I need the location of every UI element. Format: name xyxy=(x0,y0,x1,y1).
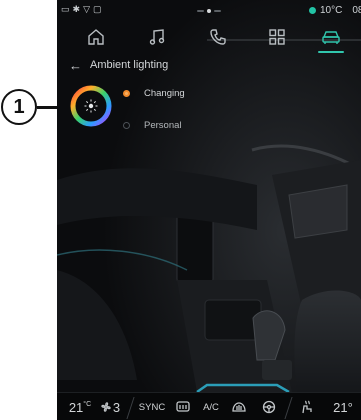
apps-icon xyxy=(269,29,285,45)
rear-defrost-button[interactable] xyxy=(169,393,197,420)
driver-temperature-unit: °C xyxy=(83,400,92,408)
option-label: Changing xyxy=(144,88,185,99)
heated-seat-icon xyxy=(302,400,312,414)
steering-wheel-icon xyxy=(262,400,276,414)
car-icon xyxy=(322,31,340,44)
phone-icon xyxy=(210,29,226,45)
clock: 08:28 xyxy=(352,5,361,16)
outside-temperature: 10°C xyxy=(320,5,343,16)
radio-unselected-icon[interactable] xyxy=(123,122,130,129)
fan-icon xyxy=(101,402,111,412)
option-personal[interactable]: Personal xyxy=(123,120,182,131)
status-right: 10°C 08:28 xyxy=(309,5,361,16)
battery-icon: ▭ xyxy=(61,4,70,14)
back-arrow-icon[interactable]: ← xyxy=(69,59,82,72)
page-title: Ambient lighting xyxy=(90,59,169,71)
climate-bar: 21 °C 3 SYNC A/C 21° xyxy=(57,392,361,420)
nav-home-button[interactable] xyxy=(79,24,113,50)
rear-defrost-icon xyxy=(176,401,190,412)
fan-speed-control[interactable]: 3 xyxy=(95,393,125,420)
nav-apps-button[interactable] xyxy=(260,24,294,50)
heated-seat-button[interactable] xyxy=(293,393,321,420)
page-indicator xyxy=(197,9,221,13)
radio-selected-icon[interactable] xyxy=(123,90,130,97)
nav-music-button[interactable] xyxy=(140,24,174,50)
music-icon xyxy=(149,29,165,45)
nav-phone-button[interactable] xyxy=(201,24,235,50)
home-icon xyxy=(88,29,104,45)
bluetooth-icon: ✱ xyxy=(72,4,81,14)
status-bar: ▭ ✱ ▽ ▢ 10°C 08:28 xyxy=(57,0,361,20)
passenger-temperature-value: 21° xyxy=(333,399,353,415)
sync-button[interactable]: SYNC xyxy=(135,393,169,420)
status-icons: ▭ ✱ ▽ ▢ xyxy=(61,4,102,15)
sync-label: SYNC xyxy=(138,401,166,413)
infotainment-screen: ▭ ✱ ▽ ▢ 10°C 08:28 xyxy=(57,0,361,420)
callout-number-badge: 1 xyxy=(1,89,37,125)
temperature-indicator-icon xyxy=(309,7,316,14)
fan-speed-value: 3 xyxy=(112,399,121,415)
page-dot xyxy=(197,10,204,12)
driver-temperature-value: 21 xyxy=(68,399,84,415)
option-changing[interactable]: Changing xyxy=(123,88,185,99)
front-defrost-button[interactable] xyxy=(225,393,253,420)
option-label: Personal xyxy=(144,120,182,131)
ac-label: A/C xyxy=(203,401,219,413)
color-wheel-icon[interactable] xyxy=(69,84,113,128)
driver-temperature[interactable]: 21 °C xyxy=(63,393,97,420)
front-defrost-icon xyxy=(232,402,246,412)
divider xyxy=(126,397,135,419)
wifi-icon: ▽ xyxy=(83,4,90,14)
page-header: ← Ambient lighting xyxy=(69,56,168,74)
passenger-temperature[interactable]: 21° xyxy=(325,393,361,420)
divider xyxy=(284,397,293,419)
main-navigation xyxy=(57,22,361,54)
heated-steering-wheel-button[interactable] xyxy=(255,393,283,420)
phone-link-icon: ▢ xyxy=(92,4,102,14)
ac-button[interactable]: A/C xyxy=(197,393,225,420)
page-dot xyxy=(214,10,221,12)
nav-vehicle-button[interactable] xyxy=(314,24,348,53)
page-dot-active xyxy=(207,9,211,13)
